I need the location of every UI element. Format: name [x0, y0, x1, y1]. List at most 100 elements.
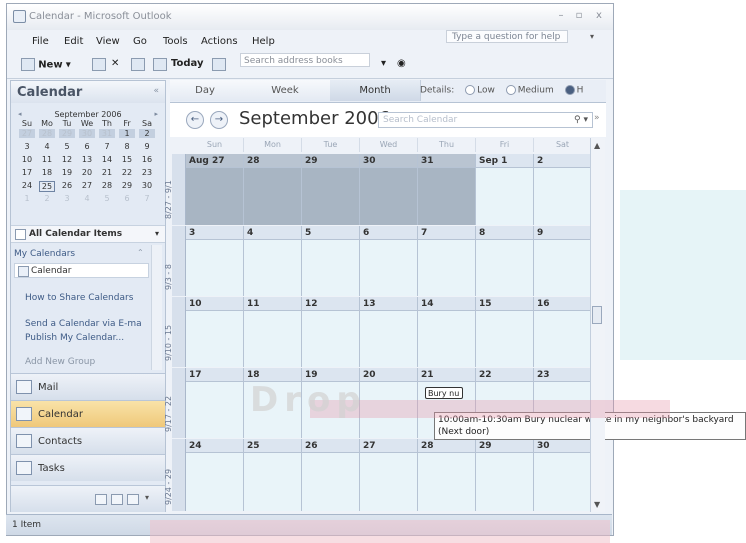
day-cell[interactable]: 15: [476, 297, 534, 367]
new-button[interactable]: New ▾: [21, 58, 71, 71]
close-button[interactable]: x: [591, 9, 607, 23]
mini-cal-day[interactable]: 2: [139, 129, 155, 138]
mini-cal-day[interactable]: 21: [99, 168, 115, 177]
calendar-scrollbar[interactable]: ▲ ▼: [590, 138, 605, 512]
mini-cal-day[interactable]: 1: [19, 194, 35, 203]
minimize-button[interactable]: –: [553, 9, 569, 23]
search-icon[interactable]: ⚲ ▾: [574, 113, 588, 127]
day-cell[interactable]: 30: [360, 154, 418, 225]
mini-cal-next-icon[interactable]: ▸: [154, 110, 158, 118]
mini-cal-day[interactable]: 1: [119, 129, 135, 138]
mini-cal-day[interactable]: 22: [119, 168, 135, 177]
delete-icon[interactable]: ✕: [111, 58, 119, 69]
expand-search-icon[interactable]: »: [594, 113, 600, 123]
mini-cal-day[interactable]: 9: [139, 142, 155, 151]
back-arrow-icon[interactable]: ←: [186, 111, 204, 129]
notes-icon[interactable]: [95, 494, 107, 505]
move-icon[interactable]: [131, 58, 145, 71]
week-label[interactable]: 9/17 - 22: [164, 368, 186, 438]
day-cell[interactable]: Aug 27: [186, 154, 244, 225]
link-send-calendar-email[interactable]: Send a Calendar via E-ma: [25, 319, 142, 329]
nav-scrollbar[interactable]: [151, 245, 162, 370]
chevron-down-icon[interactable]: ▾: [155, 229, 159, 238]
menu-edit[interactable]: Edit: [64, 36, 83, 47]
menu-file[interactable]: File: [32, 36, 49, 47]
address-book-icon[interactable]: [212, 58, 226, 71]
mini-cal-day[interactable]: 4: [79, 194, 95, 203]
nav-button-contacts[interactable]: Contacts: [11, 427, 165, 454]
maximize-button[interactable]: ▫: [571, 9, 587, 23]
mini-cal-day[interactable]: 11: [39, 155, 55, 164]
mini-cal-day[interactable]: 2: [39, 194, 55, 203]
print-icon[interactable]: [92, 58, 106, 71]
scroll-up-icon[interactable]: ▲: [594, 141, 600, 150]
mini-cal-day[interactable]: 25: [39, 181, 55, 192]
tab-month[interactable]: Month: [330, 80, 421, 101]
mini-cal-day[interactable]: 24: [19, 181, 35, 190]
day-cell[interactable]: 9: [534, 226, 592, 296]
mini-cal-day[interactable]: 31: [99, 129, 115, 138]
address-search-dropdown-icon[interactable]: ▾: [381, 58, 386, 69]
day-cell[interactable]: 17: [186, 368, 244, 438]
address-book-search-input[interactable]: Search address books: [240, 53, 370, 67]
help-icon[interactable]: ◉: [397, 58, 406, 69]
tab-week[interactable]: Week: [240, 80, 331, 101]
mini-cal-day[interactable]: 30: [139, 181, 155, 190]
help-dropdown-icon[interactable]: ▾: [590, 32, 594, 41]
mini-cal-day[interactable]: 27: [79, 181, 95, 190]
day-cell[interactable]: 3: [186, 226, 244, 296]
today-button[interactable]: Today: [171, 58, 203, 69]
find-icon[interactable]: [153, 58, 167, 71]
day-cell[interactable]: 25: [244, 439, 302, 511]
mini-cal-day[interactable]: 30: [79, 129, 95, 138]
day-cell[interactable]: 8: [476, 226, 534, 296]
mini-cal-day[interactable]: 26: [59, 181, 75, 190]
mini-cal-day[interactable]: 6: [119, 194, 135, 203]
mini-cal-day[interactable]: 23: [139, 168, 155, 177]
mini-cal-day[interactable]: 3: [19, 142, 35, 151]
collapse-nav-icon[interactable]: «: [153, 86, 159, 96]
mini-cal-day[interactable]: 17: [19, 168, 35, 177]
day-cell[interactable]: 28: [244, 154, 302, 225]
mini-cal-day[interactable]: 28: [99, 181, 115, 190]
day-cell[interactable]: 16: [534, 297, 592, 367]
mini-cal-day[interactable]: 29: [119, 181, 135, 190]
mini-cal-day[interactable]: 20: [79, 168, 95, 177]
nav-button-mail[interactable]: Mail: [11, 373, 165, 400]
day-cell[interactable]: 18: [244, 368, 302, 438]
link-share-calendars[interactable]: How to Share Calendars: [25, 293, 133, 303]
day-cell[interactable]: 10: [186, 297, 244, 367]
day-cell[interactable]: 27: [360, 439, 418, 511]
link-publish-calendar[interactable]: Publish My Calendar...: [25, 333, 124, 343]
day-cell[interactable]: 31: [418, 154, 476, 225]
details-medium-radio[interactable]: [505, 85, 516, 95]
search-calendar-input[interactable]: Search Calendar ⚲ ▾: [378, 112, 593, 128]
day-cell[interactable]: 29: [302, 154, 360, 225]
mini-cal-day[interactable]: 8: [119, 142, 135, 151]
mini-cal-day[interactable]: 12: [59, 155, 75, 164]
mini-cal-day[interactable]: 5: [59, 142, 75, 151]
shortcuts-icon[interactable]: [127, 494, 139, 505]
nav-button-calendar[interactable]: Calendar: [11, 400, 165, 427]
mini-cal-day[interactable]: 7: [139, 194, 155, 203]
day-cell[interactable]: 12: [302, 297, 360, 367]
mini-cal-day[interactable]: 5: [99, 194, 115, 203]
mini-cal-day[interactable]: 29: [59, 129, 75, 138]
day-cell[interactable]: 19: [302, 368, 360, 438]
details-low-radio[interactable]: [465, 85, 476, 95]
menu-view[interactable]: View: [96, 36, 120, 47]
menu-help[interactable]: Help: [252, 36, 275, 47]
mini-cal-day[interactable]: 16: [139, 155, 155, 164]
mini-cal-day[interactable]: 15: [119, 155, 135, 164]
day-cell[interactable]: 29: [476, 439, 534, 511]
day-cell[interactable]: 13: [360, 297, 418, 367]
scroll-thumb[interactable]: [592, 306, 602, 324]
day-cell[interactable]: 14: [418, 297, 476, 367]
week-label[interactable]: 9/24 - 29: [164, 439, 186, 511]
tab-day[interactable]: Day: [170, 80, 241, 101]
day-cell[interactable]: 20: [360, 368, 418, 438]
my-calendars-header[interactable]: My Calendars: [14, 249, 75, 259]
mini-cal-day[interactable]: 3: [59, 194, 75, 203]
scroll-down-icon[interactable]: ▼: [594, 500, 600, 509]
mini-cal-day[interactable]: 10: [19, 155, 35, 164]
